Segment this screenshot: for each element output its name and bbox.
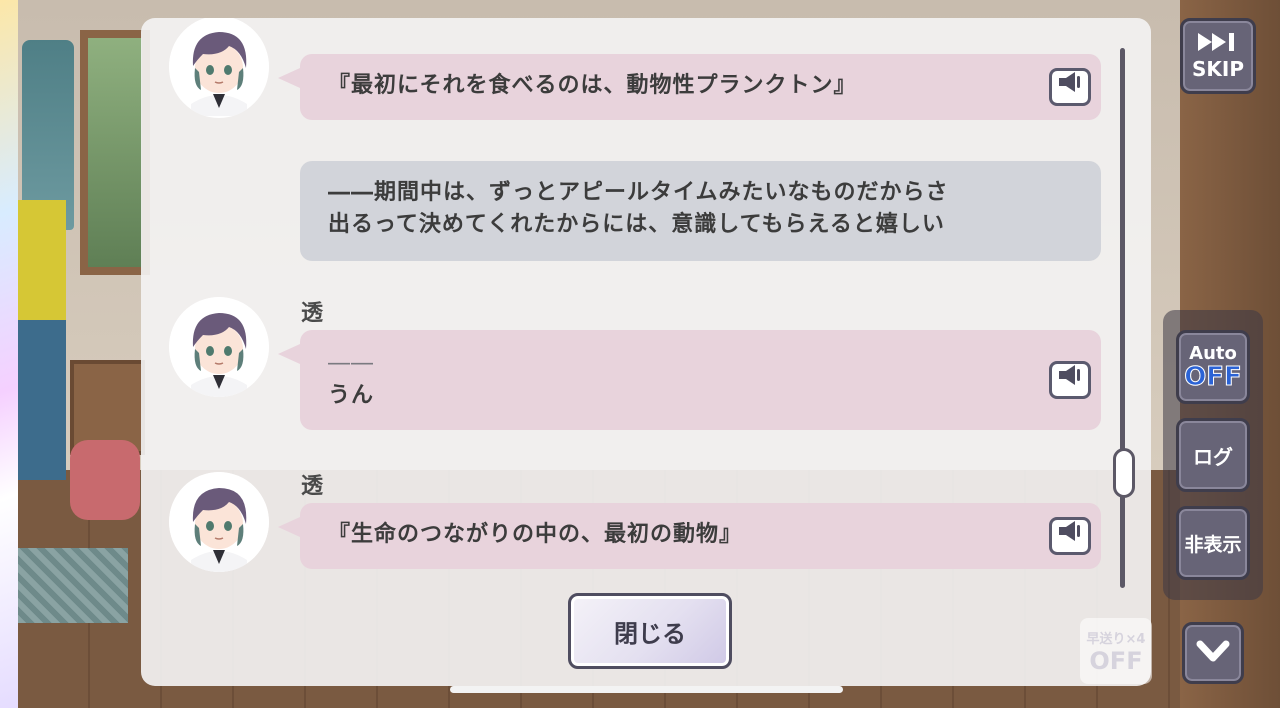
- hide-ui-button[interactable]: 非表示: [1176, 506, 1250, 580]
- voice-replay-button[interactable]: [1049, 361, 1091, 399]
- speaker-icon: [1057, 364, 1083, 396]
- dialogue-bubble: ―― うん: [278, 330, 1101, 430]
- voice-replay-button[interactable]: [1049, 68, 1091, 106]
- fast-forward-icon: [1196, 31, 1240, 57]
- speaker-name: 透: [301, 301, 324, 326]
- pink-stool: [70, 440, 140, 520]
- dialogue-bubble: 『最初にそれを食べるのは、動物性プランクトン』: [278, 54, 1101, 120]
- character-avatar: [169, 297, 269, 397]
- speaker-icon: [1057, 520, 1083, 552]
- speaker-name: 透: [301, 474, 324, 499]
- floor-rug: [18, 548, 128, 623]
- narration-line: ――期間中は、ずっとアピールタイムみたいなものだからさ: [328, 180, 949, 205]
- chevron-down-icon: [1196, 639, 1230, 667]
- scroll-down-button[interactable]: [1182, 622, 1244, 684]
- fast-forward-speed-button[interactable]: 早送り×4 OFF: [1080, 618, 1152, 684]
- log-scrollbar-thumb[interactable]: [1113, 448, 1135, 498]
- log-scrollbar-track[interactable]: [1120, 48, 1125, 588]
- character-avatar: [169, 472, 269, 572]
- speed-status: OFF: [1089, 646, 1143, 675]
- character-avatar: [169, 18, 269, 118]
- auto-label: Auto: [1189, 343, 1237, 364]
- dialogue-text: 『生命のつながりの中の、最初の動物』: [328, 522, 743, 547]
- skip-label: SKIP: [1191, 57, 1244, 81]
- blue-door-panel: [18, 320, 66, 480]
- dialogue-text: 『最初にそれを食べるのは、動物性プランクトン』: [328, 73, 857, 98]
- narration-bubble: ――期間中は、ずっとアピールタイムみたいなものだからさ 出るって決めてくれたから…: [300, 161, 1101, 261]
- speed-label: 早送り×4: [1086, 631, 1146, 647]
- auto-status: OFF: [1184, 362, 1243, 392]
- speaker-icon: [1057, 71, 1083, 103]
- room-window: [80, 30, 150, 275]
- close-button[interactable]: 閉じる: [568, 593, 732, 669]
- dialogue-log-panel[interactable]: 『最初にそれを食べるのは、動物性プランクトン』 ――期間中は、ずっとアピールタイ…: [141, 18, 1151, 686]
- rainbow-edge-strip: [0, 0, 18, 708]
- wall-poster: [18, 200, 66, 320]
- skip-button[interactable]: SKIP: [1180, 18, 1256, 94]
- auto-toggle-button[interactable]: Auto OFF: [1176, 330, 1250, 404]
- voice-replay-button[interactable]: [1049, 517, 1091, 555]
- narration-line: 出るって決めてくれたからには、意識してもらえると嬉しい: [328, 212, 945, 237]
- dialogue-text: ――: [328, 351, 374, 376]
- dialogue-bubble: 『生命のつながりの中の、最初の動物』: [278, 503, 1101, 569]
- panel-bottom-handle: [450, 686, 843, 693]
- log-button[interactable]: ログ: [1176, 418, 1250, 492]
- dialogue-text: うん: [328, 383, 375, 408]
